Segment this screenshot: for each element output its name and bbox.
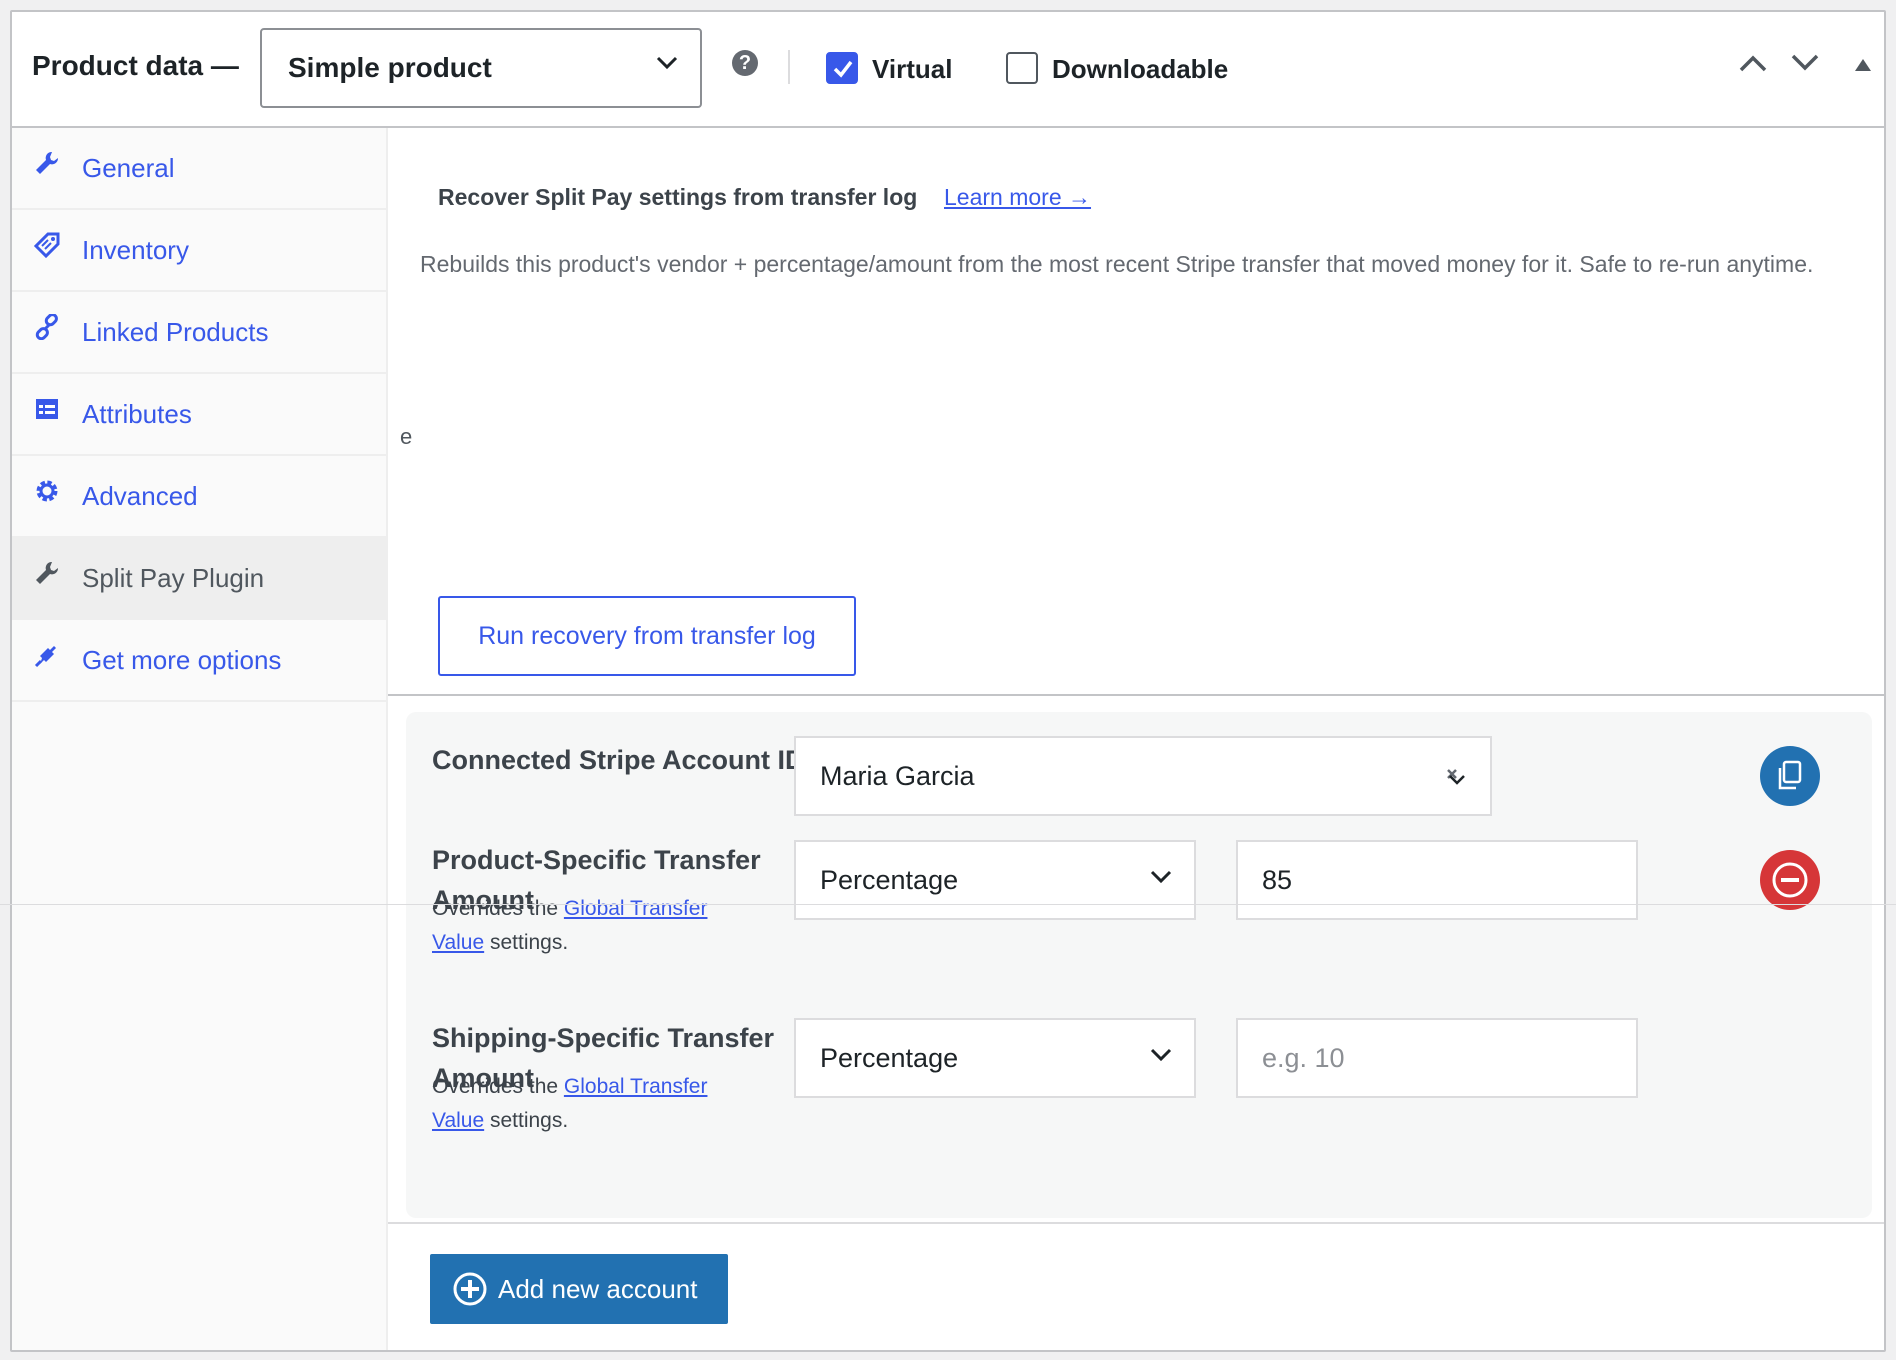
clear-select-icon[interactable] bbox=[1444, 768, 1468, 788]
stripe-account-select[interactable]: Maria Garcia bbox=[794, 736, 1492, 816]
chevron-down-icon bbox=[656, 56, 678, 70]
tab-attributes-label: Attributes bbox=[82, 398, 192, 429]
help-prefix: Overrides the bbox=[432, 1075, 564, 1098]
global-transfer-link[interactable]: Global Transfer bbox=[564, 1075, 708, 1098]
help-icon[interactable]: ? bbox=[732, 50, 758, 76]
tab-split-pay-plugin-label: Split Pay Plugin bbox=[82, 562, 265, 593]
tab-general[interactable]: General bbox=[12, 128, 386, 210]
wrench-icon bbox=[34, 150, 62, 178]
virtual-checkbox[interactable] bbox=[826, 52, 858, 84]
tag-icon bbox=[34, 232, 62, 260]
account-section: Connected Stripe Account ID Maria Garcia… bbox=[388, 694, 1884, 1222]
downloadable-label: Downloadable bbox=[1052, 54, 1229, 84]
checkmark-icon bbox=[833, 60, 853, 78]
tab-inventory[interactable]: Inventory bbox=[12, 210, 386, 292]
run-recovery-button[interactable]: Run recovery from transfer log bbox=[438, 596, 856, 676]
help-prefix: Overrides the bbox=[432, 897, 564, 920]
add-new-account-button[interactable]: Add new account bbox=[430, 1254, 728, 1324]
overlay-divider-line bbox=[0, 904, 1896, 905]
stripe-account-value: Maria Garcia bbox=[820, 760, 975, 791]
product-data-panel: Product data — Simple product ? Virtual … bbox=[10, 10, 1886, 1352]
product-transfer-help: Overrides the Global Transfer Value sett… bbox=[432, 892, 762, 960]
link-icon bbox=[34, 314, 62, 342]
product-transfer-label-line1: Product-Specific Transfer bbox=[432, 845, 761, 875]
stray-text: e bbox=[400, 424, 413, 449]
product-transfer-type-select[interactable]: Percentage bbox=[794, 840, 1196, 920]
product-transfer-amount-value: 85 bbox=[1262, 864, 1293, 895]
tab-inventory-label: Inventory bbox=[82, 234, 189, 265]
collapse-toggle-icon[interactable] bbox=[1854, 58, 1872, 72]
add-new-account-label: Add new account bbox=[498, 1273, 698, 1304]
list-table-icon bbox=[34, 396, 62, 424]
remove-account-button[interactable] bbox=[1760, 850, 1820, 910]
downloadable-checkbox[interactable] bbox=[1006, 52, 1038, 84]
panel-title: Product data — bbox=[32, 50, 239, 81]
tab-get-more-options[interactable]: Get more options bbox=[12, 620, 386, 702]
shipping-transfer-type-select[interactable]: Percentage bbox=[794, 1018, 1196, 1098]
tab-linked-products[interactable]: Linked Products bbox=[12, 292, 386, 374]
tab-attributes[interactable]: Attributes bbox=[12, 374, 386, 456]
account-card: Connected Stripe Account ID Maria Garcia… bbox=[406, 712, 1872, 1218]
product-data-tabs: General Inventory Linked Products Attrib… bbox=[12, 128, 388, 1350]
product-transfer-type-value: Percentage bbox=[820, 864, 959, 895]
tab-get-more-options-label: Get more options bbox=[82, 644, 282, 675]
plus-circle-icon bbox=[453, 1272, 487, 1306]
shipping-transfer-amount-input[interactable]: e.g. 10 bbox=[1236, 1018, 1638, 1098]
product-type-select[interactable]: Simple product bbox=[260, 28, 702, 108]
chevron-down-icon bbox=[1150, 870, 1172, 884]
virtual-label: Virtual bbox=[872, 54, 953, 84]
shipping-transfer-amount-placeholder: e.g. 10 bbox=[1262, 1042, 1345, 1073]
minus-circle-icon bbox=[1772, 862, 1808, 898]
recovery-description: Rebuilds this product's vendor + percent… bbox=[420, 251, 1814, 277]
global-transfer-link[interactable]: Global Transfer bbox=[564, 897, 708, 920]
tab-advanced-label: Advanced bbox=[82, 480, 198, 511]
move-up-icon[interactable] bbox=[1738, 52, 1768, 74]
header-divider bbox=[788, 50, 790, 84]
recovery-title: Recover Split Pay settings from transfer… bbox=[438, 184, 918, 210]
account-footer: Add new account bbox=[388, 1222, 1884, 1350]
help-suffix: settings. bbox=[484, 931, 569, 954]
split-pay-panel: Recover Split Pay settings from transfer… bbox=[388, 128, 1884, 1350]
panel-header: Product data — Simple product ? Virtual … bbox=[12, 12, 1884, 128]
copy-icon bbox=[1778, 760, 1802, 790]
tab-general-label: General bbox=[82, 152, 175, 183]
global-transfer-link-cont[interactable]: Value bbox=[432, 931, 484, 954]
stripe-account-label: Connected Stripe Account ID bbox=[432, 745, 805, 775]
shipping-transfer-label-line1: Shipping-Specific Transfer bbox=[432, 1023, 775, 1053]
product-type-value: Simple product bbox=[288, 52, 492, 83]
wrench-icon bbox=[34, 560, 62, 588]
gear-icon bbox=[34, 478, 62, 506]
shipping-transfer-type-value: Percentage bbox=[820, 1042, 959, 1073]
learn-more-link[interactable]: Learn more → bbox=[944, 184, 1091, 211]
copy-account-button[interactable] bbox=[1760, 746, 1820, 806]
product-transfer-amount-input[interactable]: 85 bbox=[1236, 840, 1638, 920]
shipping-transfer-help: Overrides the Global Transfer Value sett… bbox=[432, 1070, 762, 1138]
chevron-down-icon bbox=[1150, 1048, 1172, 1062]
tab-advanced[interactable]: Advanced bbox=[12, 456, 386, 538]
plugin-icon bbox=[34, 642, 62, 670]
help-suffix: settings. bbox=[484, 1109, 569, 1132]
global-transfer-link-cont[interactable]: Value bbox=[432, 1109, 484, 1132]
tab-split-pay-plugin[interactable]: Split Pay Plugin bbox=[12, 538, 386, 620]
move-down-icon[interactable] bbox=[1790, 52, 1820, 74]
tab-linked-products-label: Linked Products bbox=[82, 316, 269, 347]
